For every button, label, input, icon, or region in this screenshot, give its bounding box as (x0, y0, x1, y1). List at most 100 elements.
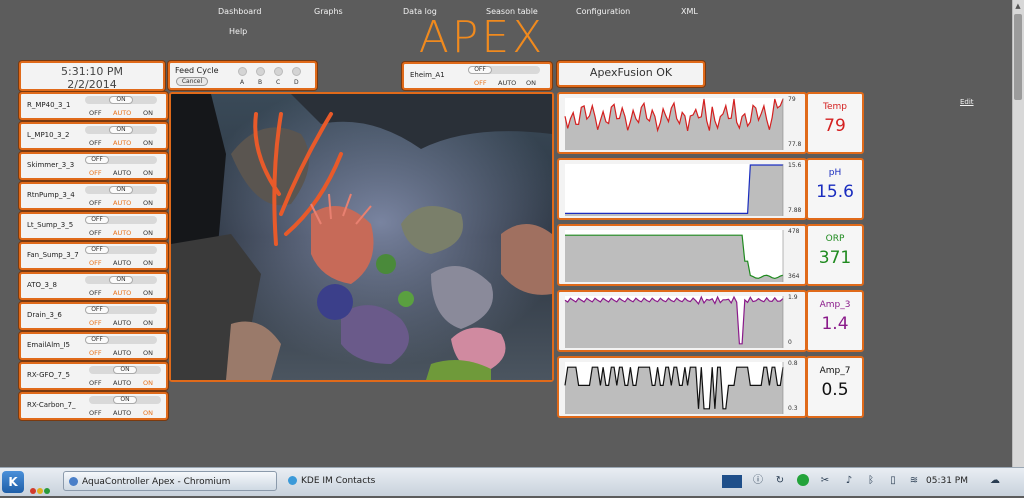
slider-knob[interactable]: OFF (85, 216, 109, 224)
feed-a-button[interactable] (238, 67, 247, 76)
state-on[interactable]: ON (143, 409, 153, 417)
state-off[interactable]: OFF (89, 109, 102, 117)
close-window-icon[interactable] (30, 488, 36, 494)
state-auto[interactable]: AUTO (113, 349, 131, 357)
screen-icon[interactable] (722, 475, 742, 488)
probe-amp-7[interactable]: Amp_7 0.5 (806, 356, 864, 418)
state-off[interactable]: OFF (89, 289, 102, 297)
nav-graphs[interactable]: Graphs (314, 7, 343, 16)
state-off[interactable]: OFF (89, 409, 102, 417)
nav-configuration[interactable]: Configuration (576, 7, 630, 16)
graph-amp-7[interactable]: 0.8 0.3 (557, 356, 807, 418)
outlet-slider[interactable]: OFF (85, 156, 157, 164)
state-on[interactable]: ON (143, 289, 153, 297)
wifi-icon[interactable]: ≋ (907, 474, 921, 488)
feed-cancel-button[interactable]: Cancel (176, 77, 208, 86)
nav-help[interactable]: Help (229, 27, 247, 36)
slider-knob[interactable]: ON (109, 126, 133, 134)
slider-knob[interactable]: ON (113, 396, 137, 404)
probe-temp[interactable]: Temp 79 (806, 92, 864, 154)
slider-knob[interactable]: ON (109, 276, 133, 284)
scissors-icon[interactable]: ✂ (818, 474, 832, 488)
slider-knob[interactable]: OFF (468, 66, 492, 74)
state-auto[interactable]: AUTO (498, 79, 516, 87)
outlet-slider[interactable]: OFF (85, 216, 157, 224)
slider-knob[interactable]: ON (109, 96, 133, 104)
graph-temp[interactable]: 79 77.8 (557, 92, 807, 154)
clock-display[interactable]: 05:31 PM (926, 472, 968, 490)
weather-icon[interactable]: ☁ (983, 474, 1007, 488)
state-off[interactable]: OFF (89, 259, 102, 267)
state-auto[interactable]: AUTO (113, 409, 131, 417)
maximize-window-icon[interactable] (44, 488, 50, 494)
slider-knob[interactable]: ON (109, 186, 133, 194)
state-off[interactable]: OFF (89, 349, 102, 357)
outlet-slider[interactable]: ON (85, 96, 157, 104)
state-auto[interactable]: AUTO (113, 169, 131, 177)
bluetooth-icon[interactable]: ᛒ (864, 474, 878, 488)
scrollbar-thumb[interactable] (1014, 14, 1022, 100)
state-off[interactable]: OFF (89, 319, 102, 327)
battery-icon[interactable]: ▯ (886, 474, 900, 488)
slider-knob[interactable]: OFF (85, 306, 109, 314)
outlet-slider[interactable]: ON (89, 366, 161, 374)
graph-orp[interactable]: 478 364 (557, 224, 807, 286)
edit-link[interactable]: Edit (960, 98, 974, 106)
state-on[interactable]: ON (143, 199, 153, 207)
status-online-icon[interactable] (796, 474, 810, 488)
state-off[interactable]: OFF (89, 169, 102, 177)
state-auto[interactable]: AUTO (113, 259, 131, 267)
outlet-slider[interactable]: OFF (85, 306, 157, 314)
slider-knob[interactable]: OFF (85, 246, 109, 254)
state-on[interactable]: ON (143, 139, 153, 147)
feed-d-button[interactable] (292, 67, 301, 76)
outlet-slider[interactable]: ON (85, 276, 157, 284)
state-auto[interactable]: AUTO (113, 109, 131, 117)
state-auto[interactable]: AUTO (113, 379, 131, 387)
graph-amp-3[interactable]: 1.9 0 (557, 290, 807, 352)
minimize-window-icon[interactable] (37, 488, 43, 494)
slider-knob[interactable]: OFF (85, 156, 109, 164)
state-auto[interactable]: AUTO (113, 289, 131, 297)
state-off[interactable]: OFF (474, 79, 487, 87)
outlet-slider[interactable]: ON (85, 126, 157, 134)
state-off[interactable]: OFF (89, 199, 102, 207)
state-auto[interactable]: AUTO (113, 139, 131, 147)
state-auto[interactable]: AUTO (113, 199, 131, 207)
state-off[interactable]: OFF (89, 229, 102, 237)
info-icon[interactable]: ⓘ (751, 474, 765, 488)
state-auto[interactable]: AUTO (113, 229, 131, 237)
state-off[interactable]: OFF (89, 139, 102, 147)
outlet-slider[interactable]: ON (89, 396, 161, 404)
state-auto[interactable]: AUTO (113, 319, 131, 327)
task-chromium[interactable]: AquaController Apex - Chromium (63, 471, 277, 491)
volume-icon[interactable]: ♪ (842, 474, 856, 488)
update-icon[interactable]: ↻ (773, 474, 787, 488)
probe-amp-3[interactable]: Amp_3 1.4 (806, 290, 864, 352)
outlet-slider[interactable]: OFF (468, 66, 540, 74)
state-on[interactable]: ON (143, 229, 153, 237)
scroll-up-icon[interactable]: ▲ (1013, 2, 1023, 10)
state-on[interactable]: ON (143, 259, 153, 267)
state-off[interactable]: OFF (89, 379, 102, 387)
state-on[interactable]: ON (143, 109, 153, 117)
state-on[interactable]: ON (526, 79, 536, 87)
slider-knob[interactable]: ON (113, 366, 137, 374)
nav-xml[interactable]: XML (681, 7, 698, 16)
feed-b-button[interactable] (256, 67, 265, 76)
nav-dashboard[interactable]: Dashboard (218, 7, 261, 16)
state-on[interactable]: ON (143, 319, 153, 327)
kde-menu-icon[interactable]: K (2, 471, 24, 493)
outlet-slider[interactable]: OFF (85, 246, 157, 254)
outlet-slider[interactable]: ON (85, 186, 157, 194)
graph-ph[interactable]: 15.6 7.88 (557, 158, 807, 220)
task-kde-im-contacts[interactable]: KDE IM Contacts (283, 471, 463, 491)
state-on[interactable]: ON (143, 379, 153, 387)
outlet-slider[interactable]: OFF (85, 336, 157, 344)
probe-ph[interactable]: pH 15.6 (806, 158, 864, 220)
state-on[interactable]: ON (143, 169, 153, 177)
slider-knob[interactable]: OFF (85, 336, 109, 344)
state-on[interactable]: ON (143, 349, 153, 357)
probe-orp[interactable]: ORP 371 (806, 224, 864, 286)
feed-c-button[interactable] (274, 67, 283, 76)
